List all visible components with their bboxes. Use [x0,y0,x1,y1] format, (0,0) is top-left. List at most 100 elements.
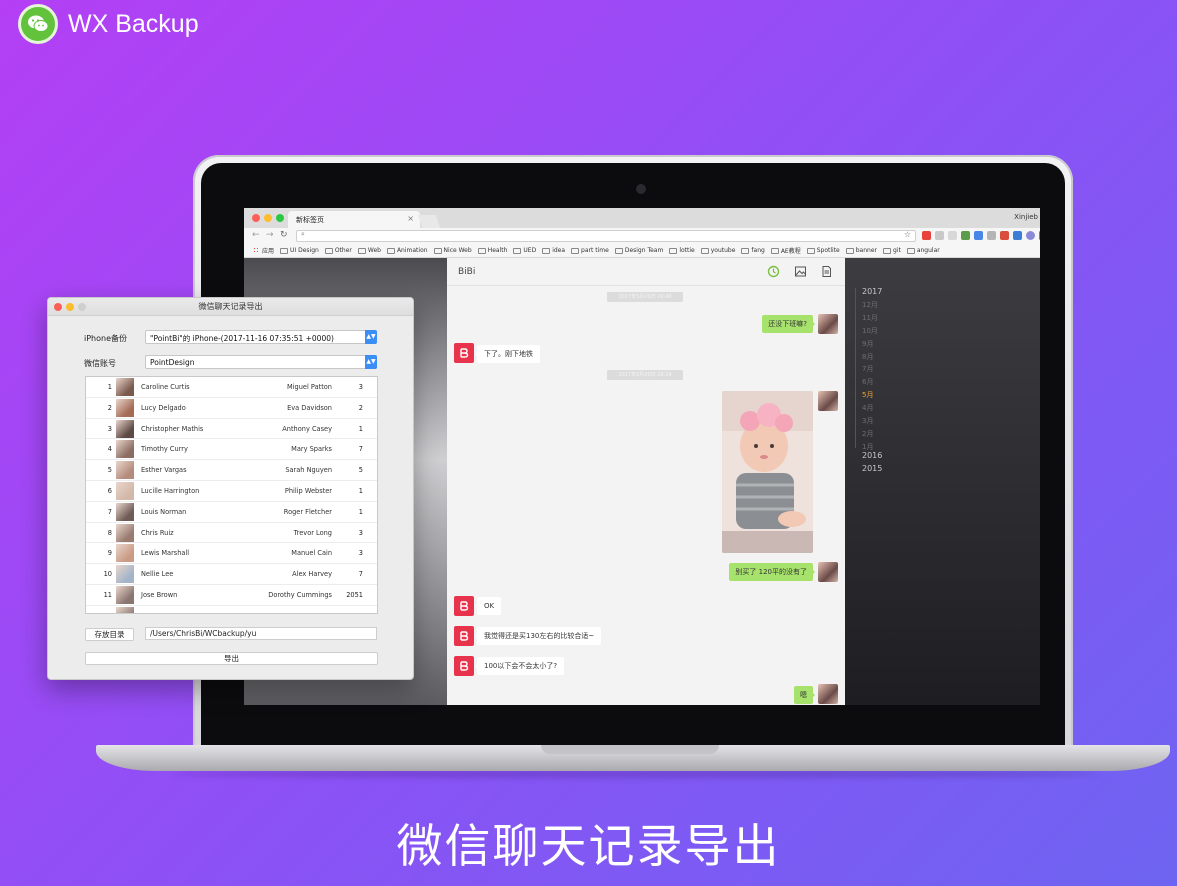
bookmark-item[interactable]: banner [845,247,877,254]
extension-icon[interactable] [935,231,944,240]
bookmark-star-icon[interactable]: ☆ [904,230,911,239]
bookmark-item[interactable]: UI Design [280,247,319,254]
save-path-field[interactable]: /Users/ChrisBi/WCbackup/yu [145,627,377,640]
bookmark-item[interactable]: git [883,247,901,254]
bookmark-item[interactable]: Health [477,247,507,254]
contact-nickname: Eva Davidson [287,403,332,412]
bookmark-item[interactable]: AE教程 [770,246,801,255]
bookmark-item[interactable]: youtube [700,247,735,254]
bookmark-item[interactable]: Spotlite [806,247,840,254]
save-directory-button[interactable]: 存放目录 [85,628,134,641]
menu-icon[interactable] [1039,231,1040,240]
minimize-window-icon[interactable] [264,214,272,222]
forward-icon[interactable]: → [266,230,274,240]
my-avatar [818,562,838,582]
table-row[interactable]: 1 Caroline Curtis Miguel Patton 3 [86,377,377,398]
new-tab-button[interactable] [417,215,441,228]
extension-icon[interactable] [922,231,931,240]
timeline-year[interactable]: 2017 [862,287,882,296]
message-bubble-right[interactable]: 还没下班嘛? [762,315,815,333]
table-row[interactable]: 8 Chris Ruiz Trevor Long 3 [86,523,377,544]
bookmark-label: Design Team [624,247,664,254]
timeline-month[interactable]: 8月 [862,352,873,362]
message-bubble-left[interactable]: OK [474,597,502,615]
bookmark-item[interactable]: Design Team [614,247,664,254]
image-icon[interactable] [794,265,807,278]
table-row[interactable]: 3 Christopher Mathis Anthony Casey 1 [86,419,377,440]
bookmark-item[interactable]: Nice Web [433,247,472,254]
message-count: 7 [358,445,363,454]
bookmark-item[interactable]: 应用 [253,246,274,255]
timeline-month[interactable]: 9月 [862,339,873,349]
bookmark-item[interactable]: Animation [386,247,428,254]
browser-tab[interactable]: 新标签页 × [288,211,420,228]
browser-user[interactable]: Xinjieb [1014,213,1038,221]
bookmark-item[interactable]: Web [357,247,381,254]
table-row[interactable]: 11 Jose Brown Dorothy Cummings 2051 [86,585,377,606]
contact-avatar [116,461,134,480]
table-row[interactable]: 10 Nellie Lee Alex Harvey 7 [86,564,377,585]
extension-icon[interactable] [961,231,970,240]
close-window-icon[interactable] [252,214,260,222]
timeline-month[interactable]: 4月 [862,403,873,413]
bookmark-label: Nice Web [443,247,472,254]
extension-icon[interactable] [948,231,957,240]
extension-icon[interactable] [987,231,996,240]
table-row[interactable]: 2 Lucy Delgado Eva Davidson 2 [86,398,377,419]
bookmark-item[interactable]: fang [741,247,765,254]
bookmark-item[interactable]: Other [324,247,352,254]
contact-name: Esther Vargas [141,466,187,475]
bookmark-item[interactable]: part time [571,247,609,254]
extension-icon[interactable] [1026,231,1035,240]
message-bubble-left[interactable]: 我觉得还是买130左右的比较合适~ [474,627,602,645]
maximize-window-icon[interactable] [276,214,284,222]
timeline-month[interactable]: 6月 [862,377,873,387]
bookmark-item[interactable]: UED [513,247,536,254]
table-row[interactable]: 4 Timothy Curry Mary Sparks 7 [86,439,377,461]
tab-close-icon[interactable]: × [407,214,414,223]
iphone-backup-select[interactable]: "PointBi"的 iPhone-(2017-11-16 07:35:51 +… [145,330,377,344]
message-bubble-left[interactable]: 下了。刚下地铁 [475,345,540,363]
document-icon[interactable] [820,265,833,278]
message-bubble-right[interactable]: 别买了 120平的没有了 [729,563,815,581]
timeline-year[interactable]: 2016 [862,451,882,460]
export-dialog: 微信聊天记录导出 iPhone备份 "PointBi"的 iPhone-(201… [47,297,414,680]
timeline-month[interactable]: 11月 [862,313,878,323]
contact-list[interactable]: 1 Caroline Curtis Miguel Patton 3 2 Lucy Delg… [85,376,378,614]
timeline-month[interactable]: 12月 [862,300,878,310]
timeline-month[interactable]: 5月 [862,390,873,400]
row-index: 11 [103,590,112,599]
table-row[interactable] [86,606,377,613]
table-row[interactable]: 6 Lucille Harrington Philip Webster 1 [86,481,377,502]
bookmark-label: Animation [396,247,428,254]
bookmark-item[interactable]: lottie [669,247,695,254]
table-row[interactable]: 5 Esther Vargas Sarah Nguyen 5 [86,460,377,481]
bibi-avatar [454,656,474,676]
chevron-updown-icon[interactable]: ▲▼ [365,330,377,344]
history-icon[interactable] [767,265,780,278]
bookmark-item[interactable]: angular [906,247,940,254]
extension-icon[interactable] [974,231,983,240]
photo-message[interactable] [722,391,813,553]
table-row[interactable]: 9 Lewis Marshall Manuel Cain 3 [86,543,377,565]
export-button[interactable]: 导出 [85,652,378,665]
timeline-month[interactable]: 10月 [862,326,878,336]
reload-icon[interactable]: ↻ [280,230,288,240]
timeline-year[interactable]: 2015 [862,464,882,473]
row-index: 5 [107,466,112,475]
wechat-account-select[interactable]: PointDesign ▲▼ [145,355,377,369]
extension-icon[interactable] [1013,231,1022,240]
table-row[interactable]: 7 Louis Norman Roger Fletcher 1 [86,502,377,523]
chevron-updown-icon[interactable]: ▲▼ [365,355,377,369]
message-bubble-left[interactable]: 100以下会不会太小了? [474,657,565,675]
back-icon[interactable]: ← [252,230,260,240]
timeline-month[interactable]: 7月 [862,364,873,374]
timeline-month[interactable]: 3月 [862,416,873,426]
bookmark-item[interactable]: idea [542,247,565,254]
extension-icon[interactable] [1000,231,1009,240]
message-count: 3 [358,383,363,391]
folder-icon [386,247,395,254]
timeline-month[interactable]: 2月 [862,429,873,439]
url-bar[interactable]: ⌕ ☆ [296,230,916,242]
message-bubble-right[interactable]: 嗯 [794,686,815,704]
